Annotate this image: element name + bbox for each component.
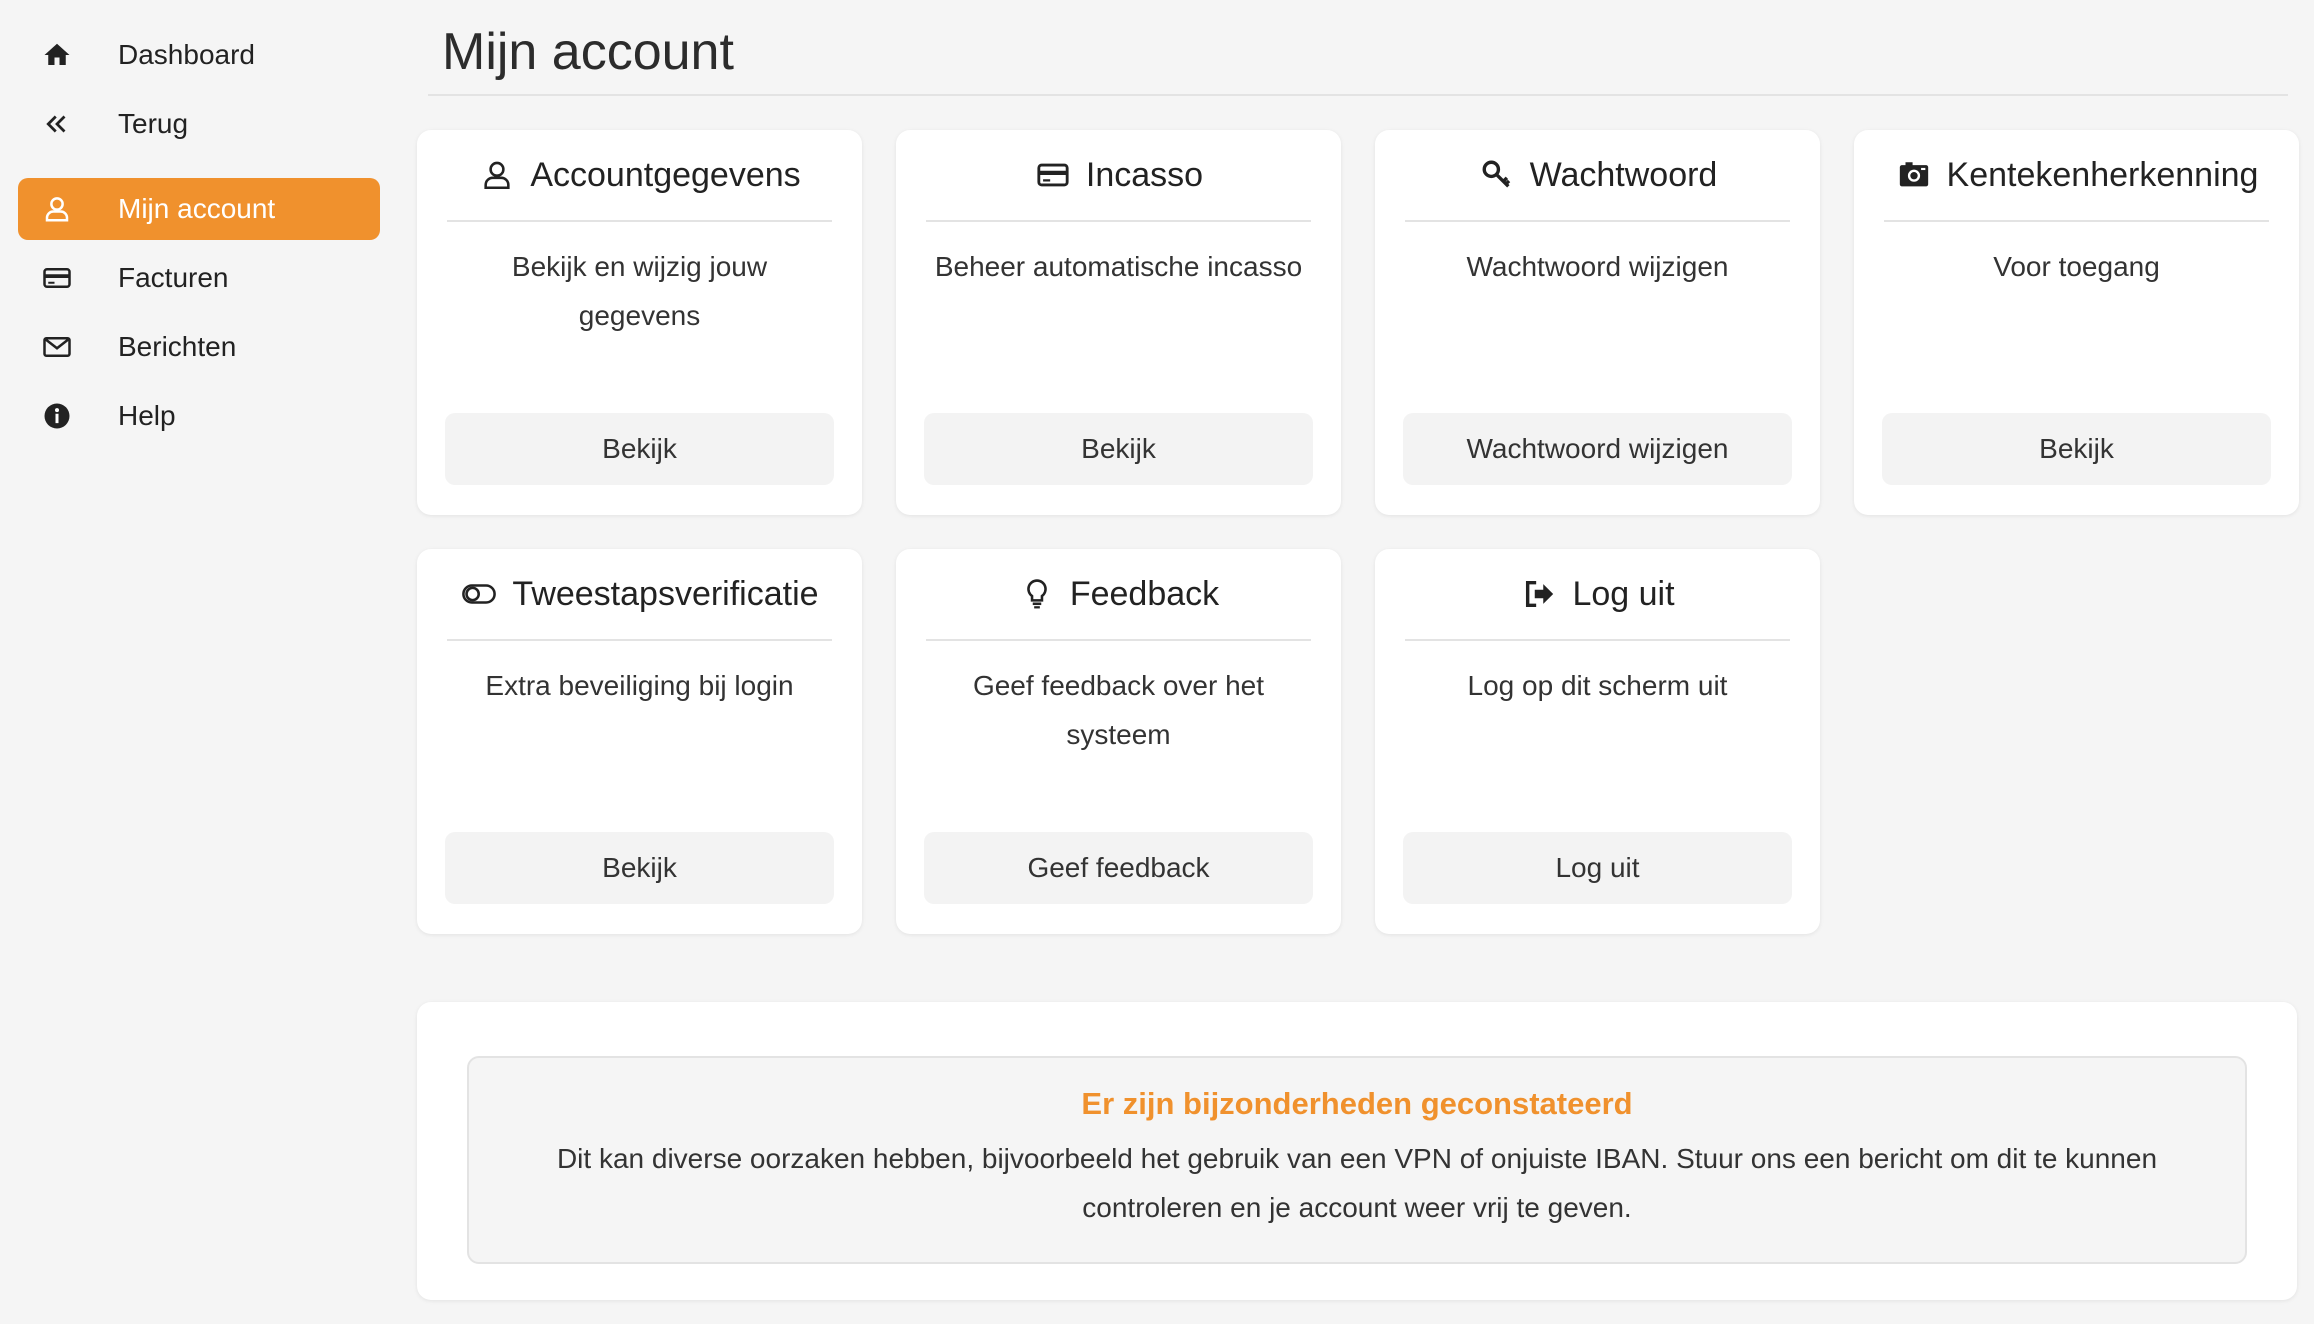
sidebar-item-label: Terug: [118, 108, 189, 139]
log-uit-button[interactable]: Log uit: [1403, 832, 1792, 904]
card-header: Tweestapsverificatie: [447, 549, 832, 641]
card-feedback: Feedback Geef feedback over het systeem …: [896, 549, 1341, 934]
sidebar-item-help[interactable]: Help: [18, 385, 380, 447]
card-wachtwoord: Wachtwoord Wachtwoord wijzigen Wachtwoor…: [1375, 130, 1820, 515]
sidebar-item-facturen[interactable]: Facturen: [18, 247, 380, 309]
notice-title: Er zijn bijzonderheden geconstateerd: [1081, 1086, 1633, 1121]
card-header: Wachtwoord: [1405, 130, 1790, 222]
user-icon: [478, 156, 516, 194]
sidebar-item-label: Berichten: [118, 331, 237, 362]
sidebar-item-mijn-account[interactable]: Mijn account: [18, 178, 380, 240]
card-description: Beheer automatische incasso: [934, 251, 1303, 282]
card-tweestapsverificatie: Tweestapsverificatie Extra beveiliging b…: [417, 549, 862, 934]
info-circle-icon: [40, 399, 74, 433]
sidebar-item-dashboard[interactable]: Dashboard: [18, 24, 380, 86]
home-icon: [40, 38, 74, 72]
card-description: Wachtwoord wijzigen: [1466, 251, 1729, 282]
card-description: Bekijk en wijzig jouw gegevens: [511, 251, 768, 331]
geef-feedback-button[interactable]: Geef feedback: [924, 832, 1313, 904]
bekijk-accountgegevens-button[interactable]: Bekijk: [445, 413, 834, 485]
key-icon: [1478, 156, 1516, 194]
card-header: Log uit: [1405, 549, 1790, 641]
card-title: Tweestapsverificatie: [512, 574, 819, 613]
lightbulb-icon: [1018, 575, 1056, 613]
bekijk-kentekenherkenning-button[interactable]: Bekijk: [1882, 413, 2271, 485]
sign-out-icon: [1520, 575, 1558, 613]
sidebar: Dashboard Terug Mijn account Facturen Be…: [18, 24, 380, 454]
credit-card-icon: [1034, 156, 1072, 194]
card-description: Log op dit scherm uit: [1467, 670, 1728, 701]
card-title: Accountgegevens: [530, 155, 801, 194]
card-title: Wachtwoord: [1529, 155, 1718, 194]
card-title: Incasso: [1085, 155, 1204, 194]
camera-icon: [1895, 156, 1933, 194]
sidebar-item-label: Help: [118, 400, 176, 431]
account-cards: Accountgegevens Bekijk en wijzig jouw ge…: [417, 130, 2299, 934]
card-accountgegevens: Accountgegevens Bekijk en wijzig jouw ge…: [417, 130, 862, 515]
user-icon: [40, 192, 74, 226]
card-header: Feedback: [926, 549, 1311, 641]
card-header: Incasso: [926, 130, 1311, 222]
card-title: Kentekenherkenning: [1946, 155, 2259, 194]
card-kentekenherkenning: Kentekenherkenning Voor toegang Bekijk: [1854, 130, 2299, 515]
wachtwoord-wijzigen-button[interactable]: Wachtwoord wijzigen: [1403, 413, 1792, 485]
toggle-icon: [460, 575, 498, 613]
notice-box: Er zijn bijzonderheden geconstateerd Dit…: [467, 1056, 2247, 1264]
card-description: Geef feedback over het systeem: [972, 670, 1265, 750]
sidebar-item-berichten[interactable]: Berichten: [18, 316, 380, 378]
bekijk-incasso-button[interactable]: Bekijk: [924, 413, 1313, 485]
double-chevron-left-icon: [40, 107, 74, 141]
card-title: Feedback: [1069, 574, 1220, 613]
card-title: Log uit: [1572, 574, 1675, 613]
card-description: Voor toegang: [1993, 251, 2160, 282]
card-header: Accountgegevens: [447, 130, 832, 222]
notice-panel: Er zijn bijzonderheden geconstateerd Dit…: [417, 1002, 2297, 1300]
sidebar-item-label: Dashboard: [118, 39, 255, 70]
sidebar-item-label: Facturen: [118, 262, 229, 293]
credit-card-icon: [40, 261, 74, 295]
page-title: Mijn account: [442, 23, 734, 81]
title-divider: [428, 94, 2288, 96]
card-log-uit: Log uit Log op dit scherm uit Log uit: [1375, 549, 1820, 934]
notice-text: Dit kan diverse oorzaken hebben, bijvoor…: [556, 1143, 2158, 1223]
envelope-icon: [40, 330, 74, 364]
bekijk-tweestapsverificatie-button[interactable]: Bekijk: [445, 832, 834, 904]
sidebar-item-label: Mijn account: [118, 193, 276, 224]
card-description: Extra beveiliging bij login: [485, 670, 794, 701]
sidebar-item-back[interactable]: Terug: [18, 93, 380, 155]
card-incasso: Incasso Beheer automatische incasso Beki…: [896, 130, 1341, 515]
card-header: Kentekenherkenning: [1884, 130, 2269, 222]
